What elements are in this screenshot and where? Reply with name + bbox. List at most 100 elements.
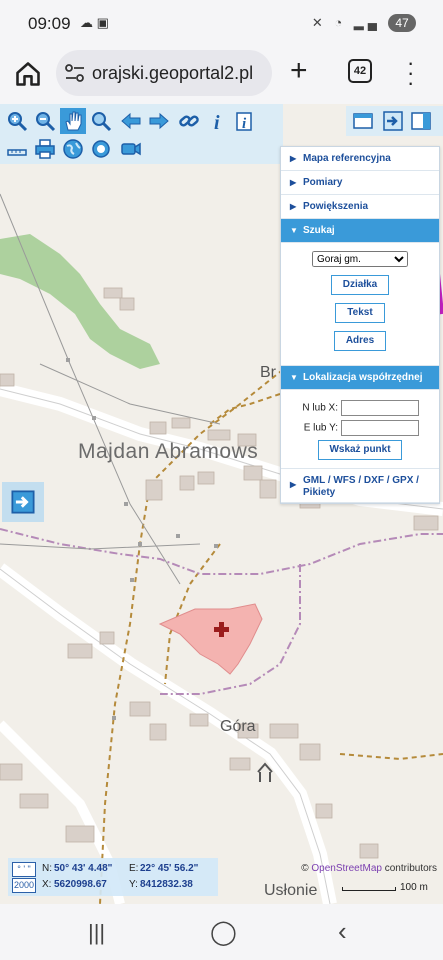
track-3 (339, 753, 443, 761)
print-icon[interactable] (32, 136, 58, 162)
section-label: Lokalizacja współrzędnej (303, 372, 423, 383)
section-powiekszenia[interactable]: ▶ Powiększenia (281, 195, 439, 219)
tekst-button[interactable]: Tekst (335, 303, 385, 323)
info-doc-icon[interactable]: i (232, 108, 258, 134)
coords-body: N lub X: E lub Y: Wskaż punkt (281, 390, 439, 469)
expand-icon: ▶ (290, 202, 297, 211)
expand-icon: ▶ (290, 178, 297, 187)
label-br: Br (260, 364, 276, 381)
status-time: 09:09 (28, 14, 71, 33)
coord-system-button[interactable]: 2000 (12, 878, 36, 893)
e-input[interactable] (341, 420, 419, 436)
home-button-icon[interactable]: ◯ (210, 918, 237, 947)
map-toolbar: i i (0, 104, 283, 164)
system-nav-bar: ||| ◯ ‹ (0, 904, 443, 960)
zoom-box-icon[interactable] (88, 108, 114, 134)
section-label: Pomiary (303, 177, 343, 188)
window-icon[interactable] (350, 108, 376, 134)
collapse-panel-icon[interactable] (380, 108, 406, 134)
n-coord-value: 50° 43' 4.48" (54, 863, 113, 874)
show-point-button[interactable]: Wskaż punkt (318, 440, 402, 460)
expand-icon: ▶ (290, 154, 297, 163)
label-majdan: Majdan Abramows (78, 440, 259, 463)
section-label: Szukaj (303, 225, 335, 236)
y-coord-value: 8412832.38 (140, 879, 193, 890)
e-label: E lub Y: (303, 422, 338, 434)
camera-icon[interactable] (118, 136, 144, 162)
coord-format-button[interactable]: ° ' " (12, 862, 36, 877)
zoom-out-icon[interactable] (32, 108, 58, 134)
zoom-in-icon[interactable] (4, 108, 30, 134)
tools-panel: ▶ Mapa referencyjna ▶ Pomiary ▶ Powiększeni… (280, 146, 440, 504)
arrow-forward-icon[interactable] (146, 108, 172, 134)
browser-toolbar: orajski.geoportal2.pl + 42 · · · (0, 48, 443, 104)
x-coord-value: 5620998.67 (54, 879, 107, 890)
collapse-icon: ▼ (290, 226, 298, 235)
locate-icon[interactable] (88, 136, 114, 162)
home-icon[interactable] (14, 60, 42, 88)
map-viewport[interactable]: Majdan Abramows Br Góra Usłonie i i ▶ Ma… (0, 104, 443, 904)
pan-hand-icon[interactable] (60, 108, 86, 134)
gmina-select[interactable]: Goraj gm. (312, 251, 408, 267)
n-label: N lub X: (302, 402, 338, 414)
section-pomiary[interactable]: ▶ Pomiary (281, 171, 439, 195)
attribution-text: contributors (384, 863, 437, 874)
poi-icon (257, 762, 273, 782)
cloud-icon: ☁ ▣ (80, 15, 109, 30)
section-label: Mapa referencyjna (303, 153, 391, 164)
admin-boundary (0, 528, 443, 575)
scale-bar: 100 m (340, 881, 436, 895)
status-bar: 09:09 ☁ ▣ ✕ ◔ ▂▄ 47 (0, 0, 443, 48)
n-coord-label: N: (42, 863, 52, 874)
new-tab-icon[interactable]: + (290, 56, 308, 86)
section-label: Powiększenia (303, 201, 369, 212)
collapse-icon: ▼ (290, 373, 298, 382)
address-bar[interactable]: orajski.geoportal2.pl (56, 50, 272, 96)
site-settings-icon[interactable] (64, 63, 86, 83)
dzialka-button[interactable]: Działka (331, 275, 389, 295)
tab-switcher-button[interactable]: 42 (348, 59, 372, 83)
y-coord-label: Y: (129, 879, 138, 890)
arrow-back-icon[interactable] (118, 108, 144, 134)
panel-toolbar (346, 106, 443, 136)
label-uslonie: Usłonie (264, 882, 318, 899)
section-label: GML / WFS / DXF / GPX / Pikiety (303, 475, 419, 498)
n-field-row: N lub X: (281, 400, 439, 416)
info-icon[interactable]: i (204, 108, 230, 134)
back-icon[interactable]: ‹ (338, 916, 347, 947)
arrow-right-icon (11, 490, 35, 514)
e-coord-label: E: (129, 863, 139, 874)
map-attribution: © OpenStreetMap contributors (301, 863, 437, 874)
side-panel-toggle[interactable] (2, 482, 44, 522)
section-szukaj[interactable]: ▼ Szukaj (281, 219, 439, 243)
selected-parcel[interactable] (158, 603, 263, 675)
label-gora: Góra (220, 718, 256, 735)
svg-text:i: i (214, 112, 220, 132)
scale-label: 100 m (400, 882, 428, 893)
measure-icon[interactable] (4, 136, 30, 162)
overflow-menu-icon[interactable]: · · · (407, 52, 414, 94)
link-icon[interactable] (176, 108, 202, 134)
signal-icons: ✕ ◔ ▂▄ (311, 15, 381, 30)
scale-bar-line (342, 887, 396, 891)
expand-icon: ▶ (290, 480, 297, 489)
coordinates-box: ° ' " 2000 N: 50° 43' 4.48" E: 22° 45' 5… (8, 858, 218, 896)
section-lokalizacja[interactable]: ▼ Lokalizacja współrzędnej (281, 366, 439, 390)
e-coord-value: 22° 45' 56.2" (140, 863, 199, 874)
track-2 (209, 393, 281, 425)
x-coord-label: X: (42, 879, 52, 890)
url-text: orajski.geoportal2.pl (92, 63, 254, 83)
adres-button[interactable]: Adres (334, 331, 386, 351)
power-line-3 (0, 543, 201, 550)
power-line-2 (39, 363, 221, 425)
sidebar-icon[interactable] (408, 108, 434, 134)
copyright-symbol: © (301, 863, 309, 874)
section-mapa-referencyjna[interactable]: ▶ Mapa referencyjna (281, 147, 439, 171)
recent-apps-icon[interactable]: ||| (88, 920, 105, 946)
section-export[interactable]: ▶ GML / WFS / DXF / GPX / Pikiety (281, 469, 439, 503)
globe-icon[interactable] (60, 136, 86, 162)
search-body: Goraj gm. Działka Tekst Adres (281, 243, 439, 366)
osm-link[interactable]: OpenStreetMap (311, 863, 382, 874)
forest-area (0, 234, 160, 369)
n-input[interactable] (341, 400, 419, 416)
